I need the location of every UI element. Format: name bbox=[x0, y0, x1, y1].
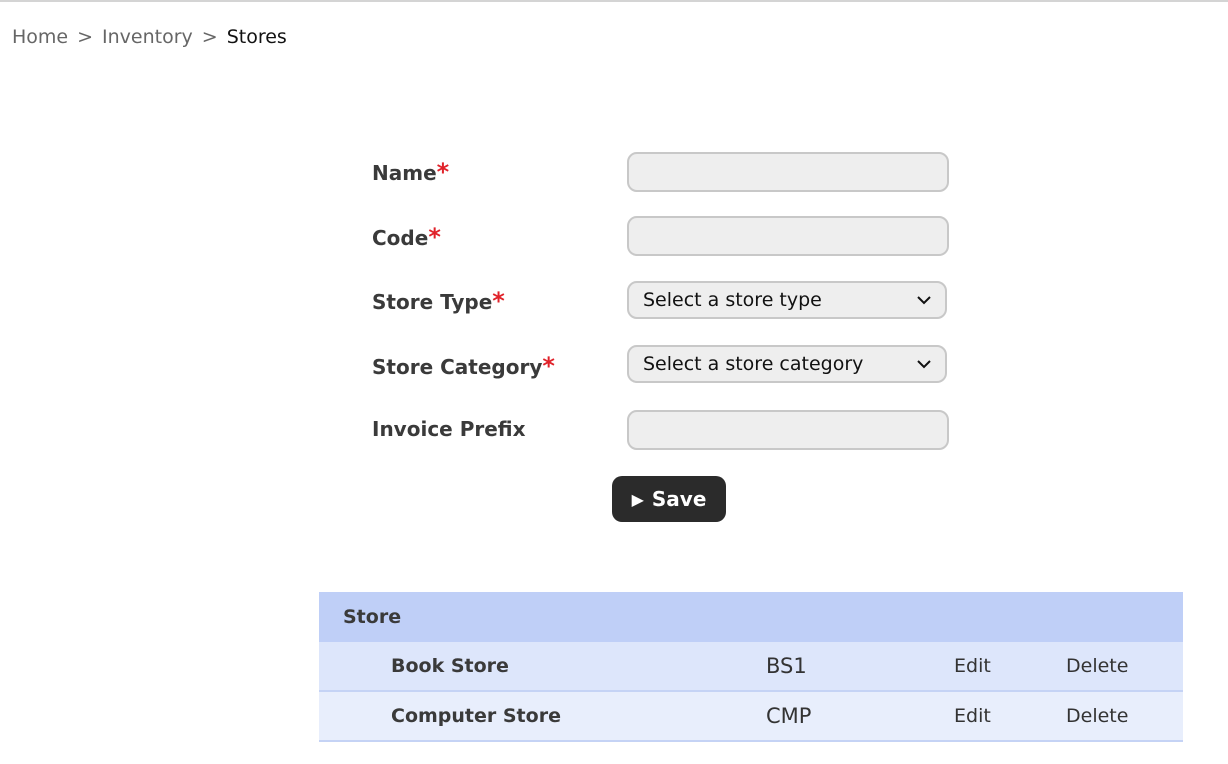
save-button[interactable]: ▶ Save bbox=[612, 476, 726, 522]
store-category-label-text: Store Category bbox=[372, 355, 543, 379]
store-category-select[interactable]: Select a store category bbox=[627, 345, 947, 383]
store-name-cell: Book Store bbox=[391, 655, 509, 677]
store-table: Store Book Store BS1 Edit Delete Compute… bbox=[319, 592, 1183, 742]
delete-link[interactable]: Delete bbox=[1066, 692, 1128, 740]
breadcrumb: Home > Inventory > Stores bbox=[12, 26, 287, 48]
name-input[interactable] bbox=[627, 152, 949, 192]
chevron-down-icon bbox=[917, 293, 931, 307]
store-category-label: Store Category* bbox=[372, 352, 555, 380]
name-label: Name* bbox=[372, 158, 449, 186]
chevron-down-icon bbox=[917, 357, 931, 371]
store-name-cell: Computer Store bbox=[391, 705, 561, 727]
edit-link[interactable]: Edit bbox=[954, 642, 991, 690]
required-asterisk: * bbox=[492, 287, 505, 315]
play-icon: ▶ bbox=[631, 489, 644, 509]
store-type-label-text: Store Type bbox=[372, 290, 493, 314]
store-type-select[interactable]: Select a store type bbox=[627, 281, 947, 319]
store-category-select-value: Select a store category bbox=[643, 353, 864, 375]
store-type-select-value: Select a store type bbox=[643, 289, 822, 311]
store-type-label: Store Type* bbox=[372, 287, 505, 315]
breadcrumb-home-link[interactable]: Home bbox=[12, 26, 68, 48]
required-asterisk: * bbox=[436, 158, 450, 186]
edit-link[interactable]: Edit bbox=[954, 692, 991, 740]
save-button-label: Save bbox=[651, 487, 707, 511]
breadcrumb-separator: > bbox=[77, 26, 94, 48]
table-header-label: Store bbox=[343, 606, 402, 628]
invoice-prefix-input[interactable] bbox=[627, 410, 949, 450]
invoice-prefix-label: Invoice Prefix bbox=[372, 417, 526, 441]
required-asterisk: * bbox=[542, 352, 555, 380]
table-row: Book Store BS1 Edit Delete bbox=[319, 642, 1183, 692]
name-label-text: Name bbox=[372, 161, 437, 185]
delete-link[interactable]: Delete bbox=[1066, 642, 1128, 690]
required-asterisk: * bbox=[428, 223, 441, 251]
code-label: Code* bbox=[372, 223, 441, 251]
store-code-cell: CMP bbox=[766, 704, 812, 728]
invoice-prefix-label-text: Invoice Prefix bbox=[372, 417, 526, 441]
table-header: Store bbox=[319, 592, 1183, 642]
top-divider bbox=[0, 0, 1228, 2]
code-input[interactable] bbox=[627, 216, 949, 256]
table-row: Computer Store CMP Edit Delete bbox=[319, 692, 1183, 742]
code-label-text: Code bbox=[372, 226, 429, 250]
breadcrumb-inventory-link[interactable]: Inventory bbox=[102, 26, 193, 48]
store-code-cell: BS1 bbox=[766, 654, 807, 678]
breadcrumb-current: Stores bbox=[226, 26, 287, 48]
breadcrumb-separator: > bbox=[201, 26, 218, 48]
